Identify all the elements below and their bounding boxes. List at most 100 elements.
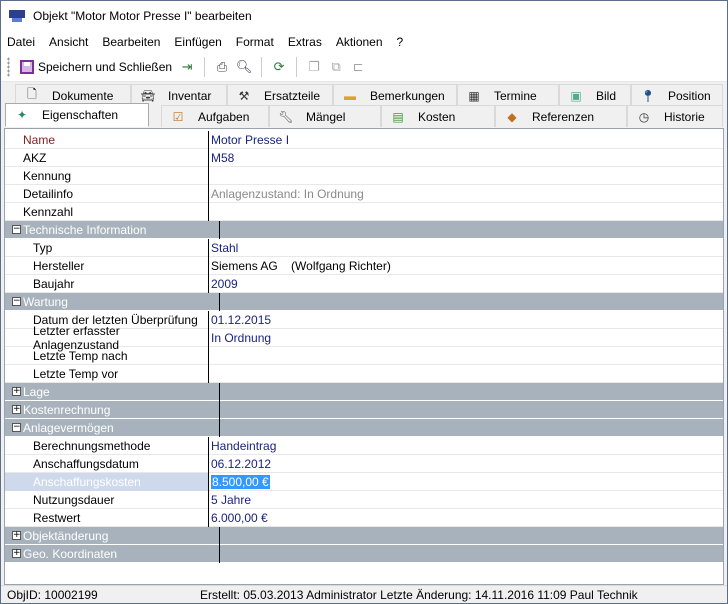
expand-icon[interactable]: + <box>12 405 21 414</box>
tab-label: Referenzen <box>532 109 595 124</box>
menu-aktionen[interactable]: Aktionen <box>329 35 390 49</box>
collapse-icon[interactable]: − <box>12 297 21 306</box>
prop-row-hersteller[interactable]: Hersteller Siemens AG (Wolfgang Richter) <box>5 256 723 275</box>
tab-historie[interactable]: ◷ Historie <box>627 105 723 127</box>
toolbar-grip[interactable] <box>7 57 10 77</box>
prop-value[interactable]: 2009 <box>209 275 723 293</box>
tools-icon: ⚒︎ <box>238 88 250 103</box>
prop-value[interactable] <box>209 167 723 185</box>
tab-maengel[interactable]: 🔧︎ Mängel <box>269 105 381 127</box>
property-grid: Name Motor Presse I AKZ M58 Kennung Deta… <box>4 128 724 585</box>
expand-icon[interactable]: + <box>12 387 21 396</box>
category-geo-koordinaten[interactable]: + Geo. Koordinaten <box>5 544 723 563</box>
prop-label: Berechnungsmethode <box>5 436 209 455</box>
tab-label: Historie <box>664 109 705 124</box>
collapse-icon[interactable]: − <box>12 225 21 234</box>
tab-position[interactable]: 📍︎ Position <box>631 84 723 106</box>
prop-value[interactable] <box>209 365 723 383</box>
prop-row-anschaffungskosten[interactable]: Anschaffungskosten 8.500,00 € <box>5 472 723 491</box>
status-bar: ObjID: 10002199 Erstellt: 05.03.2013 Adm… <box>1 585 727 603</box>
prop-value[interactable] <box>209 347 723 365</box>
menu-format[interactable]: Format <box>229 35 281 49</box>
prop-value[interactable]: Motor Presse I <box>209 131 723 149</box>
prop-row-restwert[interactable]: Restwert 6.000,00 € <box>5 508 723 527</box>
tab-label: Termine <box>494 88 537 103</box>
prop-row-berechnungsmethode[interactable]: Berechnungsmethode Handeintrag <box>5 436 723 455</box>
status-info: Erstellt: 05.03.2013 Administrator Letzt… <box>200 587 638 602</box>
prop-row-kennung[interactable]: Kennung <box>5 166 723 185</box>
tab-ersatzteile[interactable]: ⚒︎ Ersatzteile <box>227 84 333 106</box>
tab-kosten[interactable]: ▤ Kosten <box>381 105 495 127</box>
save-close-button[interactable]: Speichern und Schließen <box>16 56 176 78</box>
tab-bild[interactable]: ▣ Bild <box>559 84 631 106</box>
prop-row-nutzungsdauer[interactable]: Nutzungsdauer 5 Jahre <box>5 490 723 509</box>
category-technische-information[interactable]: − Technische Information <box>5 220 723 239</box>
prop-value[interactable]: In Ordnung <box>209 329 723 347</box>
tab-termine[interactable]: ▦ Termine <box>457 84 559 106</box>
menu-help[interactable]: ? <box>390 35 411 49</box>
prop-value[interactable]: 06.12.2012 <box>209 455 723 473</box>
prop-row-temp-nach[interactable]: Letzte Temp nach <box>5 346 723 365</box>
app-icon <box>9 8 25 24</box>
print-icon[interactable]: ⎙ <box>213 58 231 76</box>
tab-aufgaben[interactable]: ☑ Aufgaben <box>161 105 269 127</box>
copy-icon[interactable]: ❐ <box>305 58 323 76</box>
tab-referenzen[interactable]: ◆ Referenzen <box>495 105 627 127</box>
prop-row-detailinfo[interactable]: Detailinfo Anlagenzustand: In Ordnung <box>5 184 723 203</box>
prop-row-akz[interactable]: AKZ M58 <box>5 148 723 167</box>
prop-value[interactable]: 01.12.2015 <box>209 311 723 329</box>
menu-einfuegen[interactable]: Einfügen <box>167 35 228 49</box>
prop-label: Kennung <box>5 166 209 185</box>
properties-icon: ✦ <box>16 108 28 122</box>
prop-row-temp-vor[interactable]: Letzte Temp vor <box>5 364 723 383</box>
menu-bearbeiten[interactable]: Bearbeiten <box>95 35 167 49</box>
prop-value-input[interactable]: 8.500,00 € <box>209 473 723 491</box>
collapse-icon[interactable]: − <box>12 423 21 432</box>
category-anlagevermoegen[interactable]: − Anlagevermögen <box>5 418 723 437</box>
prop-row-anschaffungsdatum[interactable]: Anschaffungsdatum 06.12.2012 <box>5 454 723 473</box>
category-label: Objektänderung <box>23 526 220 545</box>
prop-value[interactable] <box>209 203 723 221</box>
category-lage[interactable]: + Lage <box>5 382 723 401</box>
image-icon: ▣ <box>570 88 582 103</box>
prop-row-name[interactable]: Name Motor Presse I <box>5 130 723 149</box>
category-label: Kostenrechnung <box>23 400 220 419</box>
prop-value[interactable]: Siemens AG (Wolfgang Richter) <box>209 257 723 275</box>
tree-icon[interactable]: ⊏ <box>349 58 367 76</box>
checkbox-icon: ☑ <box>172 109 184 124</box>
calendar-icon: ▦ <box>468 88 480 103</box>
prop-row-baujahr[interactable]: Baujahr 2009 <box>5 274 723 293</box>
menu-extras[interactable]: Extras <box>281 35 329 49</box>
tab-label: Bild <box>596 88 617 103</box>
prop-value[interactable]: Stahl <box>209 239 723 257</box>
prop-value[interactable]: M58 <box>209 149 723 167</box>
tab-bemerkungen[interactable]: ▬ Bemerkungen <box>333 84 457 106</box>
exit-icon[interactable]: ⇥ <box>178 58 196 76</box>
car-icon: 🚘︎ <box>140 88 156 103</box>
expand-icon[interactable]: + <box>12 549 21 558</box>
category-objektaenderung[interactable]: + Objektänderung <box>5 526 723 545</box>
prop-label: AKZ <box>5 148 209 167</box>
print-preview-icon[interactable]: 🔍︎ <box>235 58 253 76</box>
prop-row-typ[interactable]: Typ Stahl <box>5 238 723 257</box>
category-wartung[interactable]: − Wartung <box>5 292 723 311</box>
prop-value[interactable]: 5 Jahre <box>209 491 723 509</box>
menu-ansicht[interactable]: Ansicht <box>42 35 95 49</box>
prop-value[interactable]: Handeintrag <box>209 437 723 455</box>
folder-icon: ▬ <box>344 88 356 103</box>
title-bar: Objekt "Motor Motor Presse I" bearbeiten <box>1 1 727 31</box>
wrench-icon: 🔧︎ <box>278 109 294 124</box>
category-label: Anlagevermögen <box>23 418 220 437</box>
category-kostenrechnung[interactable]: + Kostenrechnung <box>5 400 723 419</box>
link-icon[interactable]: ⧉ <box>327 58 345 76</box>
prop-value[interactable]: Anlagenzustand: In Ordnung <box>209 185 723 203</box>
prop-row-anlagenzustand[interactable]: Letzter erfasster Anlagenzustand In Ordn… <box>5 324 723 352</box>
prop-row-kennzahl[interactable]: Kennzahl <box>5 202 723 221</box>
refresh-icon[interactable]: ⟳ <box>270 58 288 76</box>
selected-value[interactable]: 8.500,00 € <box>211 474 270 489</box>
prop-label: Letzte Temp vor <box>5 364 209 383</box>
menu-datei[interactable]: Datei <box>1 35 42 49</box>
prop-value[interactable]: 6.000,00 € <box>209 509 723 527</box>
expand-icon[interactable]: + <box>12 531 21 540</box>
tab-eigenschaften[interactable]: ✦ Eigenschaften <box>5 103 149 127</box>
